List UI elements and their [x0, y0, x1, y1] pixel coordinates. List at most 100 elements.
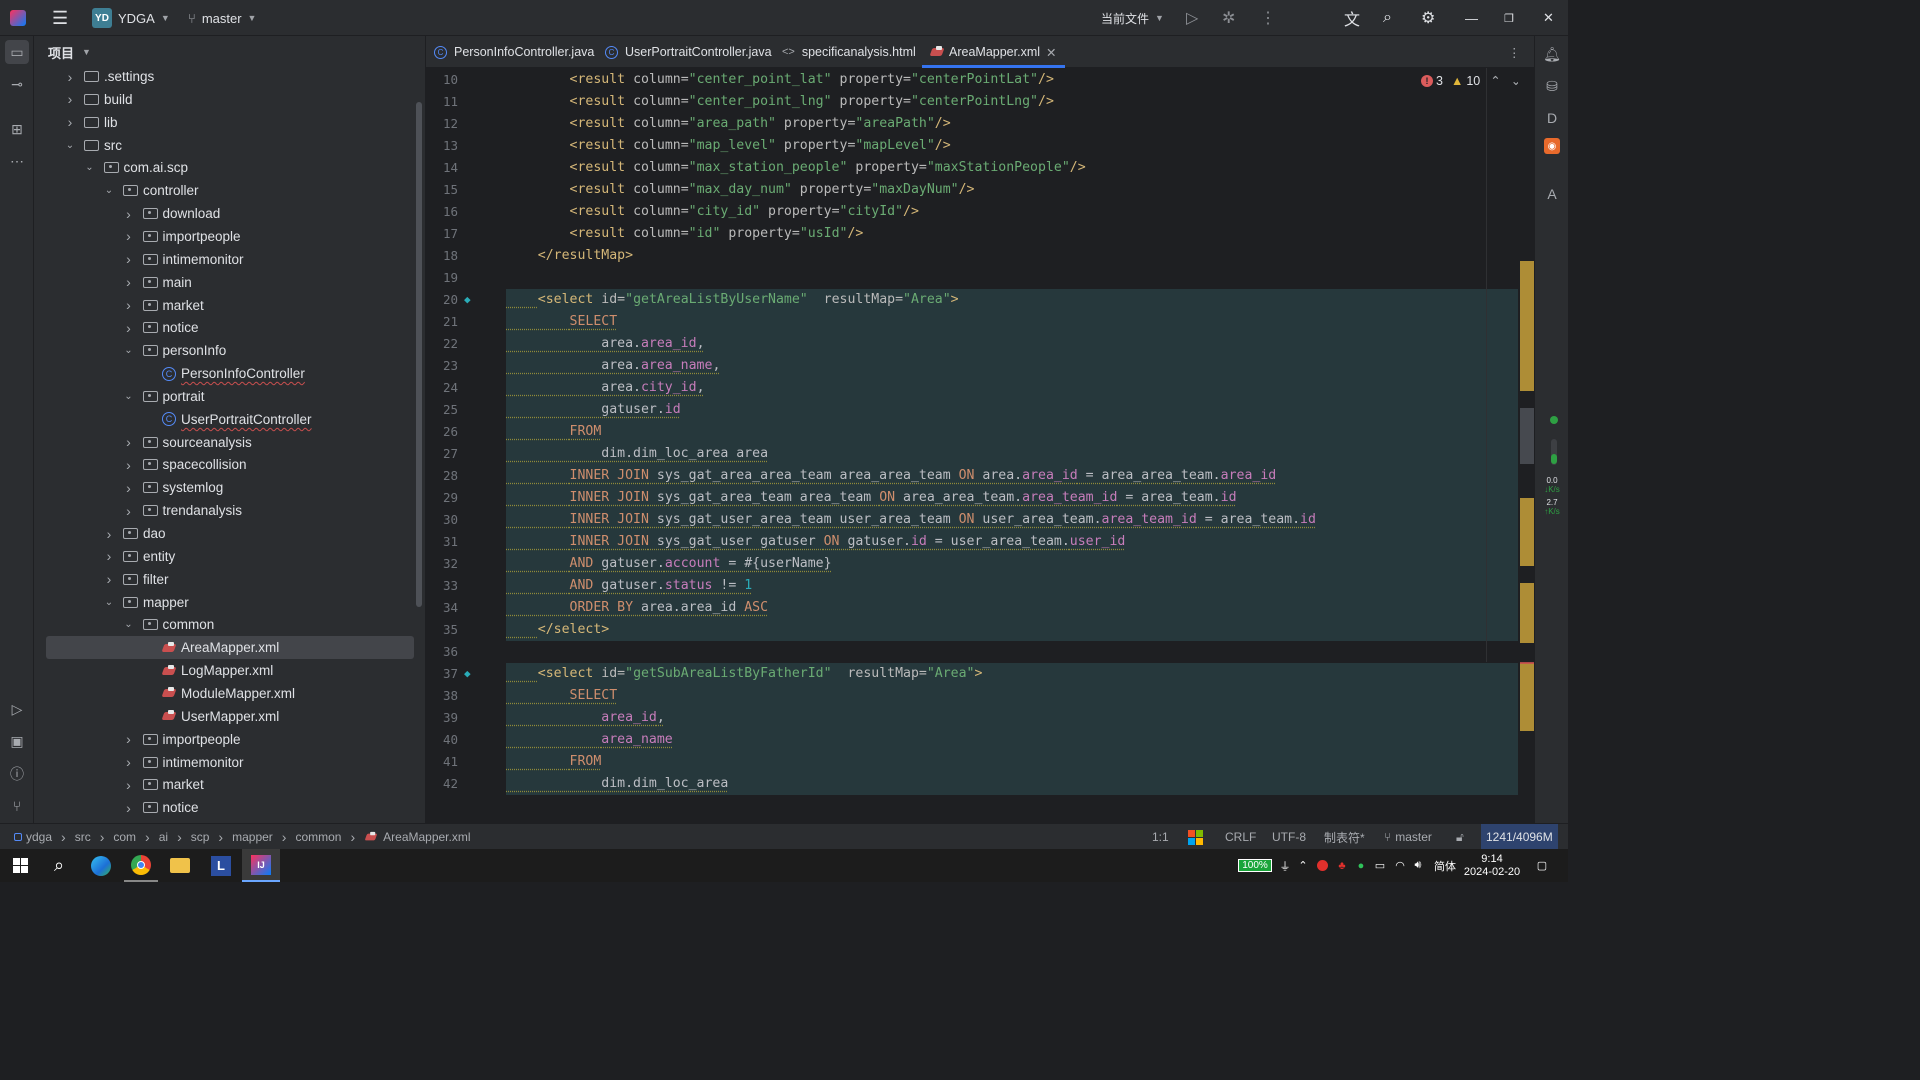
inspection-widget[interactable]: ! 3 ▲ 10 ⌃ ⌄: [1421, 73, 1521, 88]
chevron-down-icon[interactable]: ⌄: [103, 597, 115, 608]
project-switcher[interactable]: YD YDGA ▼: [92, 0, 170, 36]
memory-indicator[interactable]: 1241/4096M: [1481, 824, 1558, 850]
line-number[interactable]: 13: [426, 138, 458, 153]
chevron-down-icon[interactable]: ⌄: [123, 619, 135, 630]
terminal-tool-icon[interactable]: ▣: [5, 729, 29, 753]
code-line[interactable]: FROM: [506, 751, 602, 773]
minimize-button[interactable]: —: [1465, 0, 1478, 36]
breadcrumb-item[interactable]: ai: [159, 830, 168, 844]
chevron-down-icon[interactable]: ⌄: [123, 345, 135, 356]
edge-browser-icon[interactable]: [88, 849, 114, 882]
code-line[interactable]: INNER JOIN sys_gat_user gatuser ON gatus…: [506, 531, 1126, 553]
tree-item[interactable]: ⌄ src: [46, 134, 414, 157]
tab-areamapper-xml[interactable]: AreaMapper.xml ✕: [922, 36, 1064, 68]
line-separator[interactable]: CRLF: [1225, 824, 1256, 850]
line-number[interactable]: 18: [426, 248, 458, 263]
database-icon[interactable]: ⛁: [1540, 74, 1564, 98]
tab-options-icon[interactable]: ⋮: [1508, 36, 1521, 68]
translate-icon[interactable]: 文: [1344, 0, 1360, 36]
ide-logo-icon[interactable]: [10, 0, 26, 36]
ime-indicator[interactable]: 简体: [1433, 849, 1457, 882]
line-number[interactable]: 28: [426, 468, 458, 483]
code-line[interactable]: gatuser.id: [506, 399, 680, 421]
line-number[interactable]: 16: [426, 204, 458, 219]
breadcrumb-item[interactable]: com: [113, 830, 136, 844]
change-marker[interactable]: [1520, 261, 1534, 391]
code-line[interactable]: area.area_name,: [506, 355, 720, 377]
line-number[interactable]: 42: [426, 776, 458, 791]
line-number[interactable]: 23: [426, 358, 458, 373]
code-line[interactable]: <result column="center_point_lng" proper…: [506, 91, 1054, 113]
line-number[interactable]: 21: [426, 314, 458, 329]
tree-item[interactable]: C UserPortraitController: [46, 408, 414, 431]
tree-item[interactable]: ModuleMapper.xml: [46, 682, 414, 705]
file-encoding[interactable]: UTF-8: [1272, 824, 1306, 850]
project-tool-icon[interactable]: ▭: [5, 40, 29, 64]
code-line[interactable]: area.area_id,: [506, 333, 704, 355]
tree-item[interactable]: › market: [46, 294, 414, 317]
chevron-right-icon[interactable]: ›: [123, 206, 135, 222]
tree-item[interactable]: AreaMapper.xml: [46, 636, 414, 660]
tree-item[interactable]: › entity: [46, 545, 414, 568]
breadcrumb-item[interactable]: AreaMapper.xml: [383, 830, 470, 844]
line-number[interactable]: 14: [426, 160, 458, 175]
line-number[interactable]: 30: [426, 512, 458, 527]
code-line[interactable]: <result column="center_point_lat" proper…: [506, 69, 1054, 91]
tree-item[interactable]: › market: [46, 773, 414, 796]
branch-switcher[interactable]: ⑂ master ▼: [188, 0, 256, 36]
chevron-down-icon[interactable]: ⌄: [123, 391, 135, 402]
tree-item[interactable]: › dao: [46, 522, 414, 545]
line-number[interactable]: 40: [426, 732, 458, 747]
chevron-right-icon[interactable]: ›: [103, 526, 115, 542]
tree-item[interactable]: ⌄ controller: [46, 179, 414, 202]
tree-item[interactable]: › spacecollision: [46, 453, 414, 476]
chevron-right-icon[interactable]: ›: [123, 777, 135, 793]
clock[interactable]: 9:14 2024-02-20: [1462, 849, 1522, 882]
line-number[interactable]: 38: [426, 688, 458, 703]
change-marker[interactable]: [1520, 408, 1534, 464]
line-number[interactable]: 39: [426, 710, 458, 725]
search-icon[interactable]: ⌕: [1383, 0, 1392, 36]
chevron-right-icon[interactable]: ›: [123, 731, 135, 747]
code-line[interactable]: <select id="getAreaListByUserName" resul…: [506, 289, 959, 311]
intellij-taskbar-icon[interactable]: IJ: [242, 849, 280, 882]
error-marker[interactable]: [1520, 662, 1534, 664]
code-line[interactable]: <result column="area_path" property="are…: [506, 113, 951, 135]
breadcrumb-item[interactable]: mapper: [232, 830, 273, 844]
code-line[interactable]: <select id="getSubAreaListByFatherId" re…: [506, 663, 983, 685]
code-line[interactable]: ORDER BY area.area_id ASC: [506, 597, 769, 619]
code-editor[interactable]: 10 <result column="center_point_lat" pro…: [426, 68, 1534, 802]
chevron-right-icon[interactable]: ›: [123, 480, 135, 496]
chevron-right-icon[interactable]: ›: [103, 548, 115, 564]
line-number[interactable]: 33: [426, 578, 458, 593]
tree-item[interactable]: › download: [46, 202, 414, 225]
project-panel-header[interactable]: 项目 ▼: [34, 36, 426, 68]
change-marker[interactable]: [1520, 498, 1534, 566]
chevron-right-icon[interactable]: ›: [103, 571, 115, 587]
line-number[interactable]: 10: [426, 72, 458, 87]
tree-item[interactable]: › importpeople: [46, 728, 414, 751]
breadcrumb-item[interactable]: scp: [191, 830, 210, 844]
code-line[interactable]: FROM: [506, 421, 602, 443]
chevron-down-icon[interactable]: ⌄: [84, 162, 96, 173]
code-line[interactable]: AND gatuser.status != 1: [506, 575, 753, 597]
tree-item[interactable]: › systemlog: [46, 476, 414, 499]
mybatis-gutter-icon[interactable]: ◆: [464, 667, 471, 680]
chevron-right-icon[interactable]: ›: [123, 754, 135, 770]
debug-icon[interactable]: ✲: [1222, 0, 1235, 36]
taskbar-search-icon[interactable]: ⌕: [46, 849, 72, 882]
run-icon[interactable]: ▷: [1186, 0, 1198, 36]
problems-tool-icon[interactable]: ⓘ: [5, 762, 29, 786]
line-number[interactable]: 22: [426, 336, 458, 351]
volume-icon[interactable]: 🔊︎: [1411, 849, 1425, 882]
tray-app-red-icon[interactable]: [1315, 849, 1329, 882]
git-tool-icon[interactable]: ⑂: [5, 794, 29, 818]
tree-item[interactable]: › build: [46, 88, 414, 111]
close-tab-icon[interactable]: ✕: [1046, 45, 1056, 60]
mybatis-gutter-icon[interactable]: ◆: [464, 293, 471, 306]
breadcrumb-item[interactable]: ydga: [26, 830, 52, 844]
main-menu-button[interactable]: ☰: [52, 0, 68, 36]
line-number[interactable]: 20: [426, 292, 458, 307]
code-line[interactable]: INNER JOIN sys_gat_user_area_team user_a…: [506, 509, 1316, 531]
notification-center-icon[interactable]: ▢: [1532, 849, 1552, 882]
